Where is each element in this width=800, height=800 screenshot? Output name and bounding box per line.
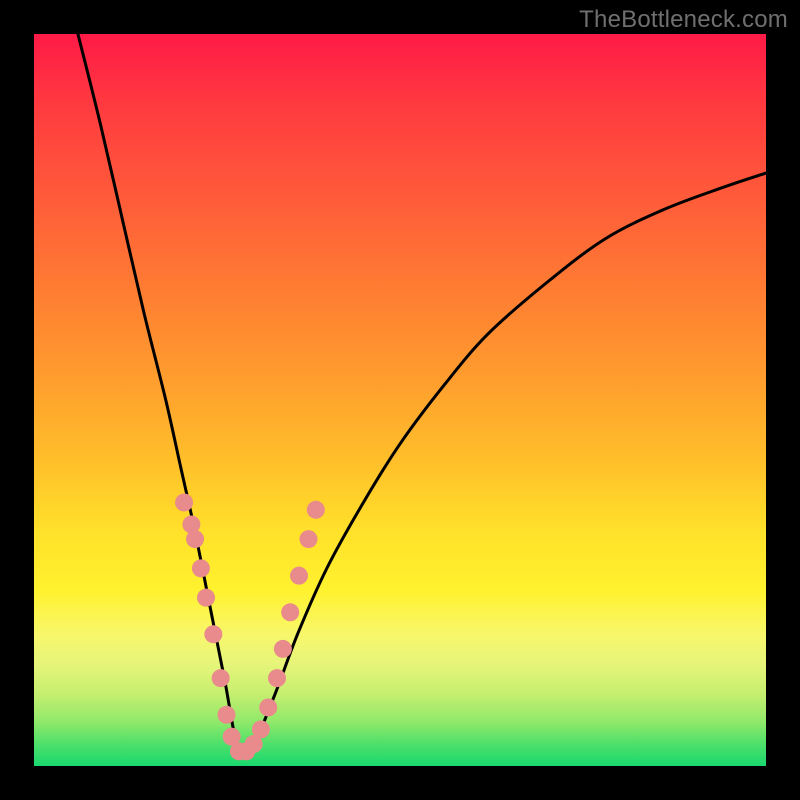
chart-frame: TheBottleneck.com	[0, 0, 800, 800]
sample-marker	[259, 698, 277, 716]
sample-marker	[268, 669, 286, 687]
sample-marker	[274, 640, 292, 658]
curve-layer	[34, 34, 766, 766]
sample-marker	[192, 559, 210, 577]
sample-marker	[186, 530, 204, 548]
sample-marker	[197, 589, 215, 607]
sample-marker	[307, 501, 325, 519]
watermark-text: TheBottleneck.com	[579, 6, 788, 34]
plot-area	[34, 34, 766, 766]
sample-marker	[175, 493, 193, 511]
sample-markers	[175, 493, 325, 760]
sample-marker	[212, 669, 230, 687]
sample-marker	[300, 530, 318, 548]
sample-marker	[204, 625, 222, 643]
sample-marker	[252, 720, 270, 738]
sample-marker	[281, 603, 299, 621]
sample-marker	[218, 706, 236, 724]
sample-marker	[290, 567, 308, 585]
bottleneck-curve	[78, 34, 766, 757]
